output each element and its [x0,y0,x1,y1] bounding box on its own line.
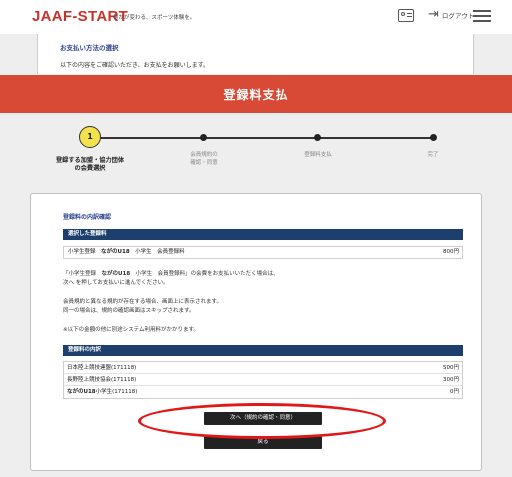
logout-icon: ⇥ [428,7,439,22]
breakdown-row: 日本陸上競技連盟(171118) 500円 [64,362,462,374]
step-1-circle: 1 [79,126,101,148]
selected-fee-row: 小学生登録 ながのU18 小学生 会員登録料 800円 [63,246,463,259]
breakdown-row: 長野陸上競技協会(171118) 300円 [64,374,462,386]
step-3-label: 登録料支払 [304,152,332,158]
breakdown-row: ながのU18小学生(171118) 0円 [67,389,459,395]
step-2-dot [200,134,207,141]
app-header: JAAF-START 何かが変わる、スポーツ体験を。 ⇥ ログアウト [0,0,512,34]
highlight-annotation [138,403,386,439]
hamburger-menu-icon[interactable] [473,10,491,22]
page: JAAF-START 何かが変わる、スポーツ体験を。 ⇥ ログアウト お支払い方… [0,0,512,477]
payment-method-text: 以下の内容をご確認いただき、お支払をお願いします。 [60,62,209,69]
step-2-label: 会員規約の 確認・同意 [190,152,218,166]
payment-method-panel: お支払い方法の選択 以下の内容をご確認いただき、お支払をお願いします。 [37,34,474,74]
step-4-label: 完了 [427,152,439,158]
step-4-dot [430,134,437,141]
selected-fee-amount: 800円 [443,249,459,255]
step-1-label: 登録する加盟・協力団体 の会費選択 [55,157,125,172]
payment-method-title: お支払い方法の選択 [60,44,119,52]
logout-button[interactable]: ⇥ ログアウト [428,8,474,22]
page-title: 登録料支払 [223,87,289,102]
selected-fee-header: 選択した登録料 [63,229,463,240]
progress-stepper: 1 登録する加盟・協力団体 の会費選択 会員規約の 確認・同意 登録料支払 完了 [0,113,512,193]
site-tagline: 何かが変わる、スポーツ体験を。 [113,15,196,21]
stepper-line [90,137,434,139]
system-fee-note: ※以下の金額の他に別途システム利用料がかかります。 [63,327,199,333]
logout-label: ログアウト [441,12,475,20]
instruction-text: 「小学生登録 ながのU18 小学生 会員登録料」の会費をお支払いいただく場合は、… [63,271,279,286]
breakdown-header: 登録料の内訳 [63,345,463,356]
fee-breakdown-table: 日本陸上競技連盟(171118) 500円 長野陸上競技協会(171118) 3… [63,361,463,399]
member-card-icon[interactable] [398,9,414,22]
fee-confirmation-card: 登録料の内訳確認 選択した登録料 小学生登録 ながのU18 小学生 会員登録料 … [30,193,482,471]
step-3-dot [314,134,321,141]
page-banner: 登録料支払 [0,75,512,113]
section-title: 登録料の内訳確認 [63,214,112,221]
terms-note: 会員規約と異なる規約が存在する場合、画面上に表示されます。 同一の場合は、規約の… [63,299,222,314]
